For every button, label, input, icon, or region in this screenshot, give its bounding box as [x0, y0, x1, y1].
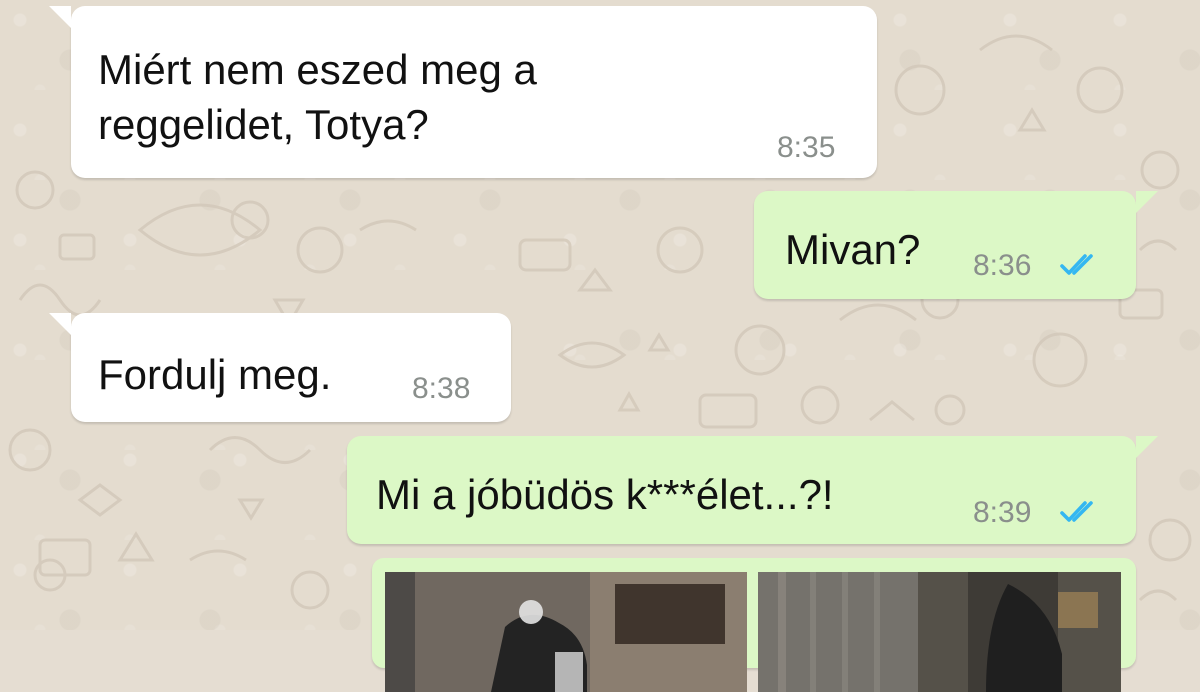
outgoing-bubble-tail: [1136, 436, 1158, 458]
incoming-message-bubble[interactable]: Fordulj meg. 8:38: [49, 313, 511, 422]
outgoing-bubble-tail: [1136, 191, 1158, 213]
outgoing-image-message-bubble[interactable]: [372, 558, 1136, 692]
incoming-message-bubble[interactable]: Miért nem eszed meg a reggelidet, Totya?…: [49, 6, 877, 178]
double-check-icon: [1060, 254, 1093, 275]
incoming-bubble-tail: [49, 6, 71, 28]
message-text: Miért nem eszed meg a reggelidet, Totya?: [98, 46, 537, 148]
message-time: 8:38: [412, 372, 471, 405]
photo-scene: [385, 572, 747, 692]
message-text: Mi a jóbüdös k***élet...?!: [376, 471, 834, 518]
message-text: Mivan?: [785, 226, 921, 273]
photo-scene: [758, 572, 1121, 692]
message-time: 8:39: [973, 496, 1032, 529]
outgoing-message-bubble[interactable]: Mi a jóbüdös k***élet...?! 8:39: [347, 436, 1158, 544]
double-check-icon: [1060, 501, 1093, 522]
incoming-bubble-tail: [49, 313, 71, 335]
message-text: Fordulj meg.: [98, 351, 332, 398]
chat-photo[interactable]: [758, 572, 1121, 692]
chat-photo[interactable]: [385, 572, 747, 692]
outgoing-message-bubble[interactable]: Mivan? 8:36: [754, 191, 1158, 299]
message-time: 8:35: [777, 131, 836, 164]
message-time: 8:36: [973, 249, 1032, 282]
